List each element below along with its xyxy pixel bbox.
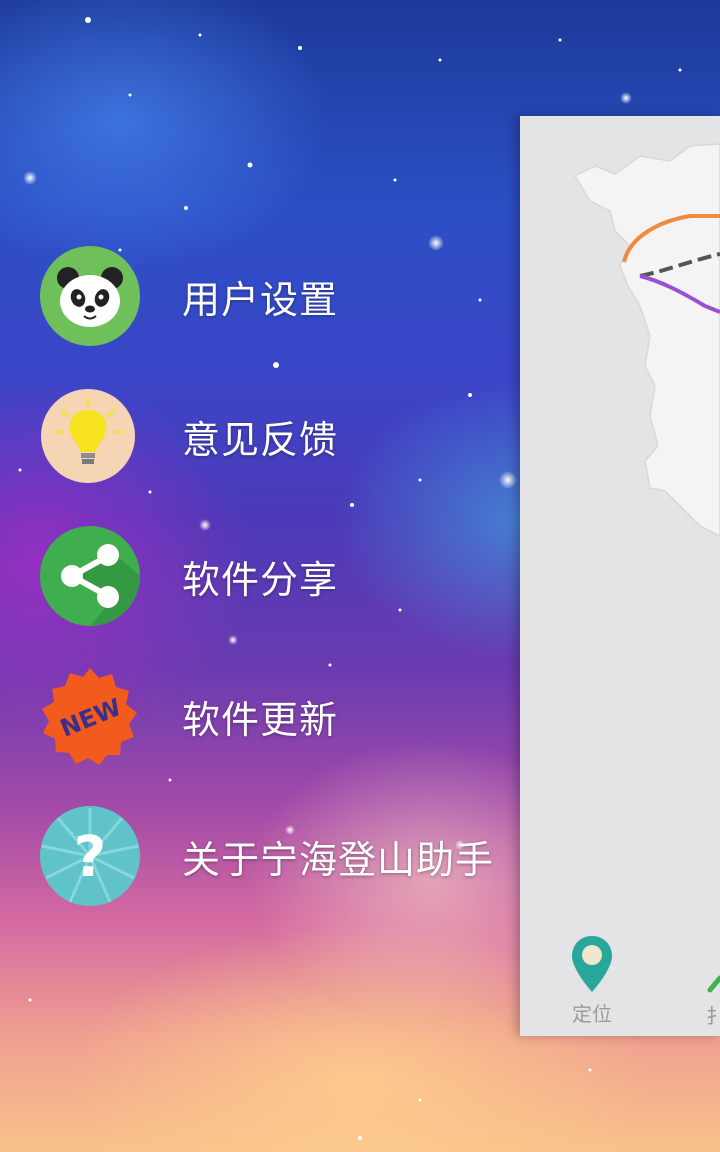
location-pin-icon — [572, 936, 612, 992]
share-icon — [40, 526, 140, 626]
menu-label-update: 软件更新 — [182, 697, 339, 742]
menu-item-update[interactable]: NEW 软件更新 — [40, 666, 338, 766]
question-icon: ? — [40, 806, 140, 906]
nav-locate-label: 定位 — [572, 1002, 612, 1026]
svg-text:?: ? — [74, 825, 106, 890]
menu-label-share: 软件分享 — [182, 557, 339, 602]
app-screen: 用户设置 意见反馈 软件分享 NEW 软件更新 ? 关于宁海登山助手 定位 扌 — [0, 0, 720, 1152]
menu-item-feedback[interactable]: 意见反馈 — [40, 386, 338, 486]
partial-nav-icon — [707, 975, 720, 993]
nav-locate-button[interactable]: 定位 — [556, 934, 628, 1030]
lightbulb-icon — [41, 389, 135, 483]
nav-second-button[interactable]: 扌 — [706, 956, 720, 1036]
menu-label-about: 关于宁海登山助手 — [182, 837, 495, 882]
bottom-nav-bar: 定位 扌 — [520, 916, 720, 1036]
menu-item-share[interactable]: 软件分享 — [40, 526, 338, 626]
menu-label-feedback: 意见反馈 — [182, 417, 339, 462]
main-content-panel[interactable]: 定位 扌 — [520, 116, 720, 1036]
panda-icon — [40, 246, 140, 346]
new-badge-icon: NEW — [42, 668, 137, 765]
menu-item-user-settings[interactable]: 用户设置 — [40, 246, 338, 346]
nav-second-label: 扌 — [706, 1004, 720, 1028]
menu-label-user-settings: 用户设置 — [182, 277, 339, 322]
map-view[interactable] — [520, 116, 720, 916]
menu-item-about[interactable]: ? 关于宁海登山助手 — [40, 806, 494, 906]
